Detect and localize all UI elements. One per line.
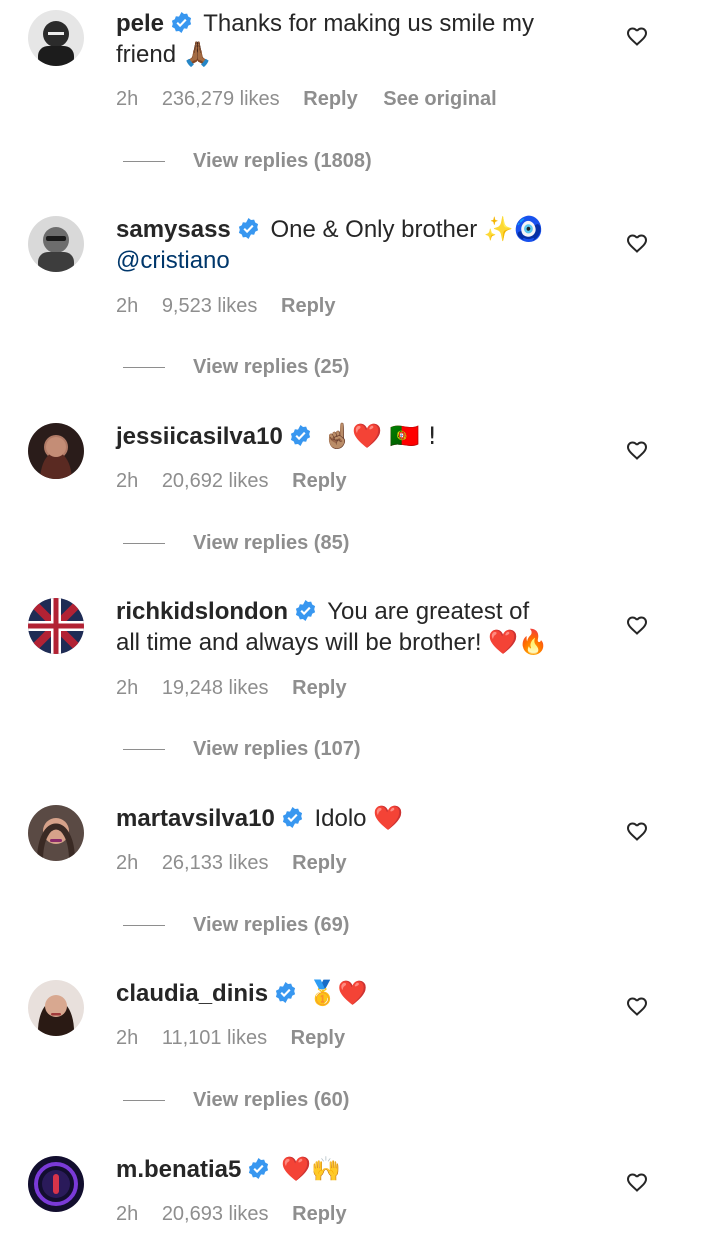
comment-text: 🥇❤️: [307, 980, 368, 1007]
view-replies-label: View replies (85): [193, 531, 350, 554]
verified-badge-icon: [237, 217, 260, 240]
reply-button[interactable]: Reply: [292, 677, 346, 699]
verified-badge-icon: [274, 981, 297, 1004]
avatar[interactable]: [28, 10, 84, 66]
divider-line: [123, 160, 165, 162]
reply-button[interactable]: Reply: [292, 852, 346, 874]
avatar[interactable]: [28, 216, 84, 272]
avatar[interactable]: [28, 598, 84, 654]
reply-button[interactable]: Reply: [291, 1027, 345, 1049]
verified-badge-icon: [289, 424, 312, 447]
view-replies-button[interactable]: View replies (60): [123, 1086, 349, 1114]
heart-outline-icon[interactable]: [625, 613, 649, 637]
view-replies-button[interactable]: View replies (1808): [123, 147, 372, 175]
heart-outline-icon[interactable]: [625, 438, 649, 462]
comment-meta: 2h 20,693 likes Reply: [116, 1203, 367, 1226]
avatar[interactable]: [28, 1156, 84, 1212]
comment-meta: 2h 26,133 likes Reply: [116, 852, 367, 875]
view-replies-button[interactable]: View replies (107): [123, 735, 361, 763]
divider-line: [123, 542, 165, 544]
verified-badge-icon: [294, 599, 317, 622]
comment-meta: 2h 236,279 likes Reply See original: [116, 88, 517, 111]
heart-outline-icon[interactable]: [625, 1170, 649, 1194]
reply-button[interactable]: Reply: [303, 88, 357, 110]
like-count[interactable]: 236,279 likes: [162, 88, 280, 110]
divider-line: [123, 748, 165, 750]
comment-meta: 2h 11,101 likes Reply: [116, 1027, 365, 1050]
view-replies-label: View replies (25): [193, 355, 350, 378]
timestamp: 2h: [116, 295, 139, 317]
like-count[interactable]: 20,692 likes: [162, 470, 269, 492]
avatar[interactable]: [28, 980, 84, 1036]
comment-body: samysass One & Only brother ✨🧿 @cristian…: [116, 214, 556, 276]
see-original-button[interactable]: See original: [383, 88, 496, 110]
reply-button[interactable]: Reply: [292, 1203, 346, 1225]
comment-body: claudia_dinis 🥇❤️: [116, 978, 556, 1009]
like-count[interactable]: 11,101 likes: [162, 1027, 267, 1049]
comment-text: ❤️🙌: [281, 1156, 341, 1183]
avatar[interactable]: [28, 805, 84, 861]
comment-body: richkidslondon You are greatest of all t…: [116, 596, 556, 658]
like-count[interactable]: 9,523 likes: [162, 295, 258, 317]
view-replies-button[interactable]: View replies (25): [123, 353, 349, 381]
avatar[interactable]: [28, 423, 84, 479]
view-replies-button[interactable]: View replies (85): [123, 529, 349, 557]
comment-meta: 2h 9,523 likes Reply: [116, 295, 355, 318]
timestamp: 2h: [116, 852, 139, 874]
verified-badge-icon: [170, 11, 193, 34]
comment-body: martavsilva10 Idolo ❤️: [116, 803, 556, 834]
view-replies-label: View replies (1808): [193, 149, 372, 172]
comment-meta: 2h 19,248 likes Reply: [116, 677, 367, 700]
view-replies-label: View replies (107): [193, 737, 361, 760]
timestamp: 2h: [116, 677, 139, 699]
timestamp: 2h: [116, 1027, 139, 1049]
like-count[interactable]: 26,133 likes: [162, 852, 269, 874]
timestamp: 2h: [116, 88, 139, 110]
verified-badge-icon: [281, 806, 304, 829]
comment-body: m.benatia5 ❤️🙌: [116, 1154, 556, 1185]
comment-text: One & Only brother ✨🧿: [270, 216, 544, 243]
heart-outline-icon[interactable]: [625, 24, 649, 48]
verified-badge-icon: [247, 1157, 270, 1180]
username[interactable]: samysass: [116, 216, 231, 243]
divider-line: [123, 924, 165, 926]
comment-text: Idolo ❤️: [314, 805, 404, 832]
reply-button[interactable]: Reply: [292, 470, 346, 492]
heart-outline-icon[interactable]: [625, 231, 649, 255]
username[interactable]: martavsilva10: [116, 805, 275, 832]
mention-link[interactable]: @cristiano: [116, 247, 230, 274]
divider-line: [123, 1099, 165, 1101]
username[interactable]: claudia_dinis: [116, 980, 268, 1007]
comment-text: ☝🏽❤️ 🇵🇹 !: [322, 422, 438, 450]
like-count[interactable]: 20,693 likes: [162, 1203, 269, 1225]
username[interactable]: pele: [116, 10, 164, 37]
comment-meta: 2h 20,692 likes Reply: [116, 470, 367, 493]
comment-list: pele Thanks for making us smile my frien…: [0, 0, 720, 1245]
view-replies-button[interactable]: View replies (69): [123, 911, 349, 939]
view-replies-label: View replies (69): [193, 913, 350, 936]
like-count[interactable]: 19,248 likes: [162, 677, 269, 699]
heart-outline-icon[interactable]: [625, 819, 649, 843]
heart-outline-icon[interactable]: [625, 994, 649, 1018]
username[interactable]: m.benatia5: [116, 1156, 241, 1183]
timestamp: 2h: [116, 470, 139, 492]
divider-line: [123, 366, 165, 368]
view-replies-label: View replies (60): [193, 1088, 350, 1111]
reply-button[interactable]: Reply: [281, 295, 335, 317]
timestamp: 2h: [116, 1203, 139, 1225]
comment-body: pele Thanks for making us smile my frien…: [116, 8, 556, 70]
username[interactable]: richkidslondon: [116, 598, 288, 625]
comment-body: jessiicasilva10 ☝🏽❤️ 🇵🇹 !: [116, 421, 556, 452]
username[interactable]: jessiicasilva10: [116, 423, 283, 450]
